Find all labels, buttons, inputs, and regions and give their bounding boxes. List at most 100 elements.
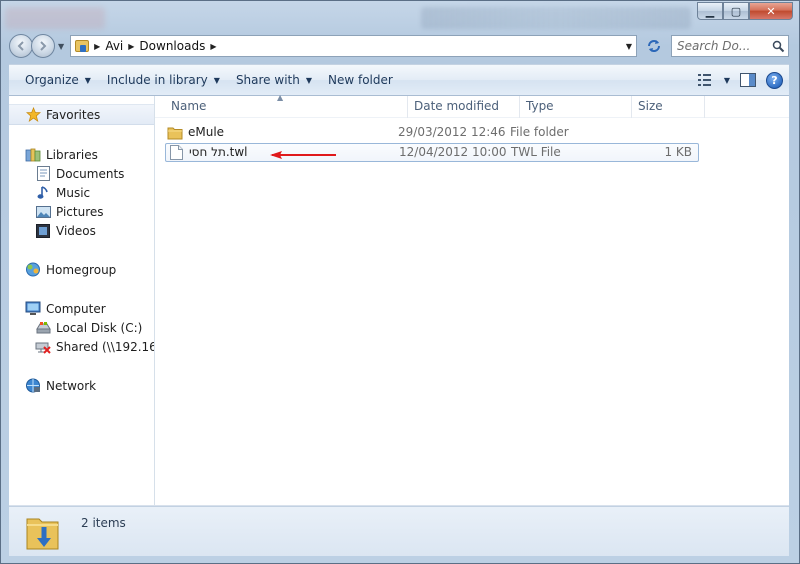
refresh-button[interactable] [643,35,665,57]
maximize-button[interactable]: ▢ [723,2,749,20]
command-bar: Organize ▼ Include in library ▼ Share wi… [9,64,789,96]
organize-label: Organize [25,73,79,87]
include-in-library-button[interactable]: Include in library ▼ [99,68,228,92]
explorer-window: ▁ ▢ ✕ ▼ ▶ Avi ▶ Downloads ▶ ▼ Search Do.… [0,0,800,564]
downloads-folder-icon [25,513,61,556]
homegroup-icon [25,262,41,278]
folder-icon [167,125,183,141]
library-icon [25,147,41,163]
forward-button[interactable] [31,34,55,58]
toolbar-right: ▼ ? [697,71,789,89]
music-icon [35,185,51,201]
forward-arrow-icon [40,41,47,51]
network-icon [25,378,41,394]
file-name: תל חסי.twl [189,145,248,159]
search-input[interactable]: Search Do... [671,35,789,57]
folder-icon [75,40,90,52]
share-with-button[interactable]: Share with ▼ [228,68,320,92]
file-name: eMule [188,125,225,139]
chevron-right-icon[interactable]: ▶ [94,42,100,51]
caption-buttons: ▁ ▢ ✕ [697,2,793,20]
chevron-down-icon: ▼ [84,75,91,85]
file-size [625,124,691,141]
pictures-icon [35,204,51,220]
documents-icon [35,166,51,182]
refresh-icon [648,40,660,52]
file-type: File folder [510,125,569,139]
nav-label: Music [56,185,91,200]
recent-pages-dropdown-icon[interactable]: ▼ [58,42,64,51]
breadcrumb-item[interactable]: Downloads [139,39,205,53]
nav-label: Pictures [56,204,104,219]
breadcrumb-item[interactable]: Avi [105,39,123,53]
file-size: 1 KB [664,145,692,159]
file-list: ▲ Name Date modified Type Size eMule 29/… [155,93,789,505]
nav-label: Local Disk (C:) [56,320,143,335]
preview-pane-icon[interactable] [740,73,756,87]
column-type[interactable]: Type [520,96,632,118]
file-name-cell: eMule [167,124,224,141]
nav-item-libraries[interactable]: Libraries [9,145,154,164]
column-name[interactable]: Name [165,96,408,118]
address-history-dropdown-icon[interactable]: ▼ [626,42,632,51]
item-count: 2 items [81,516,126,530]
address-bar[interactable]: ▶ Avi ▶ Downloads ▶ ▼ [70,35,637,57]
column-header: ▲ Name Date modified Type Size [155,93,789,118]
close-button[interactable]: ✕ [749,2,793,20]
change-view-icon[interactable] [697,73,714,87]
include-in-library-label: Include in library [106,73,208,87]
nav-buttons: ▼ [9,34,64,58]
navigation-pane: Favorites Libraries Documents Music Pict… [9,96,155,505]
titlebar-glass [5,7,105,29]
nav-item-local-disk[interactable]: Local Disk (C:) [9,318,154,337]
new-folder-button[interactable]: New folder [320,68,401,92]
view-options-dropdown-icon[interactable]: ▼ [724,76,730,85]
nav-item-network[interactable]: Network [9,376,154,395]
nav-label: Homegroup [46,262,117,277]
nav-item-pictures[interactable]: Pictures [9,202,154,221]
file-name-cell: תל חסי.twl [168,144,248,161]
hard-drive-icon [35,320,51,336]
nav-label: Shared (\\192.168.1.7 [56,339,154,354]
file-row-selected[interactable]: תל חסי.twl 12/04/2012 10:00 TWL File 1 K… [165,143,699,162]
back-button[interactable] [9,34,33,58]
organize-button[interactable]: Organize ▼ [17,68,99,92]
file-type: TWL File [511,145,561,159]
back-arrow-icon [17,41,24,51]
disconnected-network-drive-icon [35,339,51,355]
search-icon[interactable] [768,40,788,53]
main-area: Favorites Libraries Documents Music Pict… [9,93,789,506]
videos-icon [35,223,51,239]
file-row[interactable]: eMule 29/03/2012 12:46 File folder [165,124,699,143]
file-date: 12/04/2012 10:00 [399,145,507,159]
titlebar-glass-blur [421,7,691,29]
details-pane: 2 items [9,506,789,556]
nav-item-favorites[interactable]: Favorites [9,104,154,125]
nav-item-documents[interactable]: Documents [9,164,154,183]
nav-item-videos[interactable]: Videos [9,221,154,240]
chevron-down-icon: ▼ [213,75,220,85]
nav-item-shared-drive[interactable]: Shared (\\192.168.1.7 [9,337,154,356]
star-icon [25,107,41,123]
chevron-right-icon[interactable]: ▶ [210,42,216,51]
search-placeholder: Search Do... [677,39,751,53]
chevron-right-icon[interactable]: ▶ [128,42,134,51]
column-size[interactable]: Size [632,96,705,118]
nav-label: Documents [56,166,125,181]
nav-item-computer[interactable]: Computer [9,299,154,318]
column-date-modified[interactable]: Date modified [408,96,520,118]
nav-label: Computer [46,301,106,316]
nav-item-homegroup[interactable]: Homegroup [9,260,154,279]
help-icon[interactable]: ? [766,71,783,89]
nav-item-music[interactable]: Music [9,183,154,202]
share-with-label: Share with [235,73,300,87]
nav-label: Favorites [46,107,101,122]
minimize-button[interactable]: ▁ [697,2,723,20]
nav-label: Network [46,378,97,393]
computer-icon [25,301,41,317]
nav-label: Videos [56,223,96,238]
